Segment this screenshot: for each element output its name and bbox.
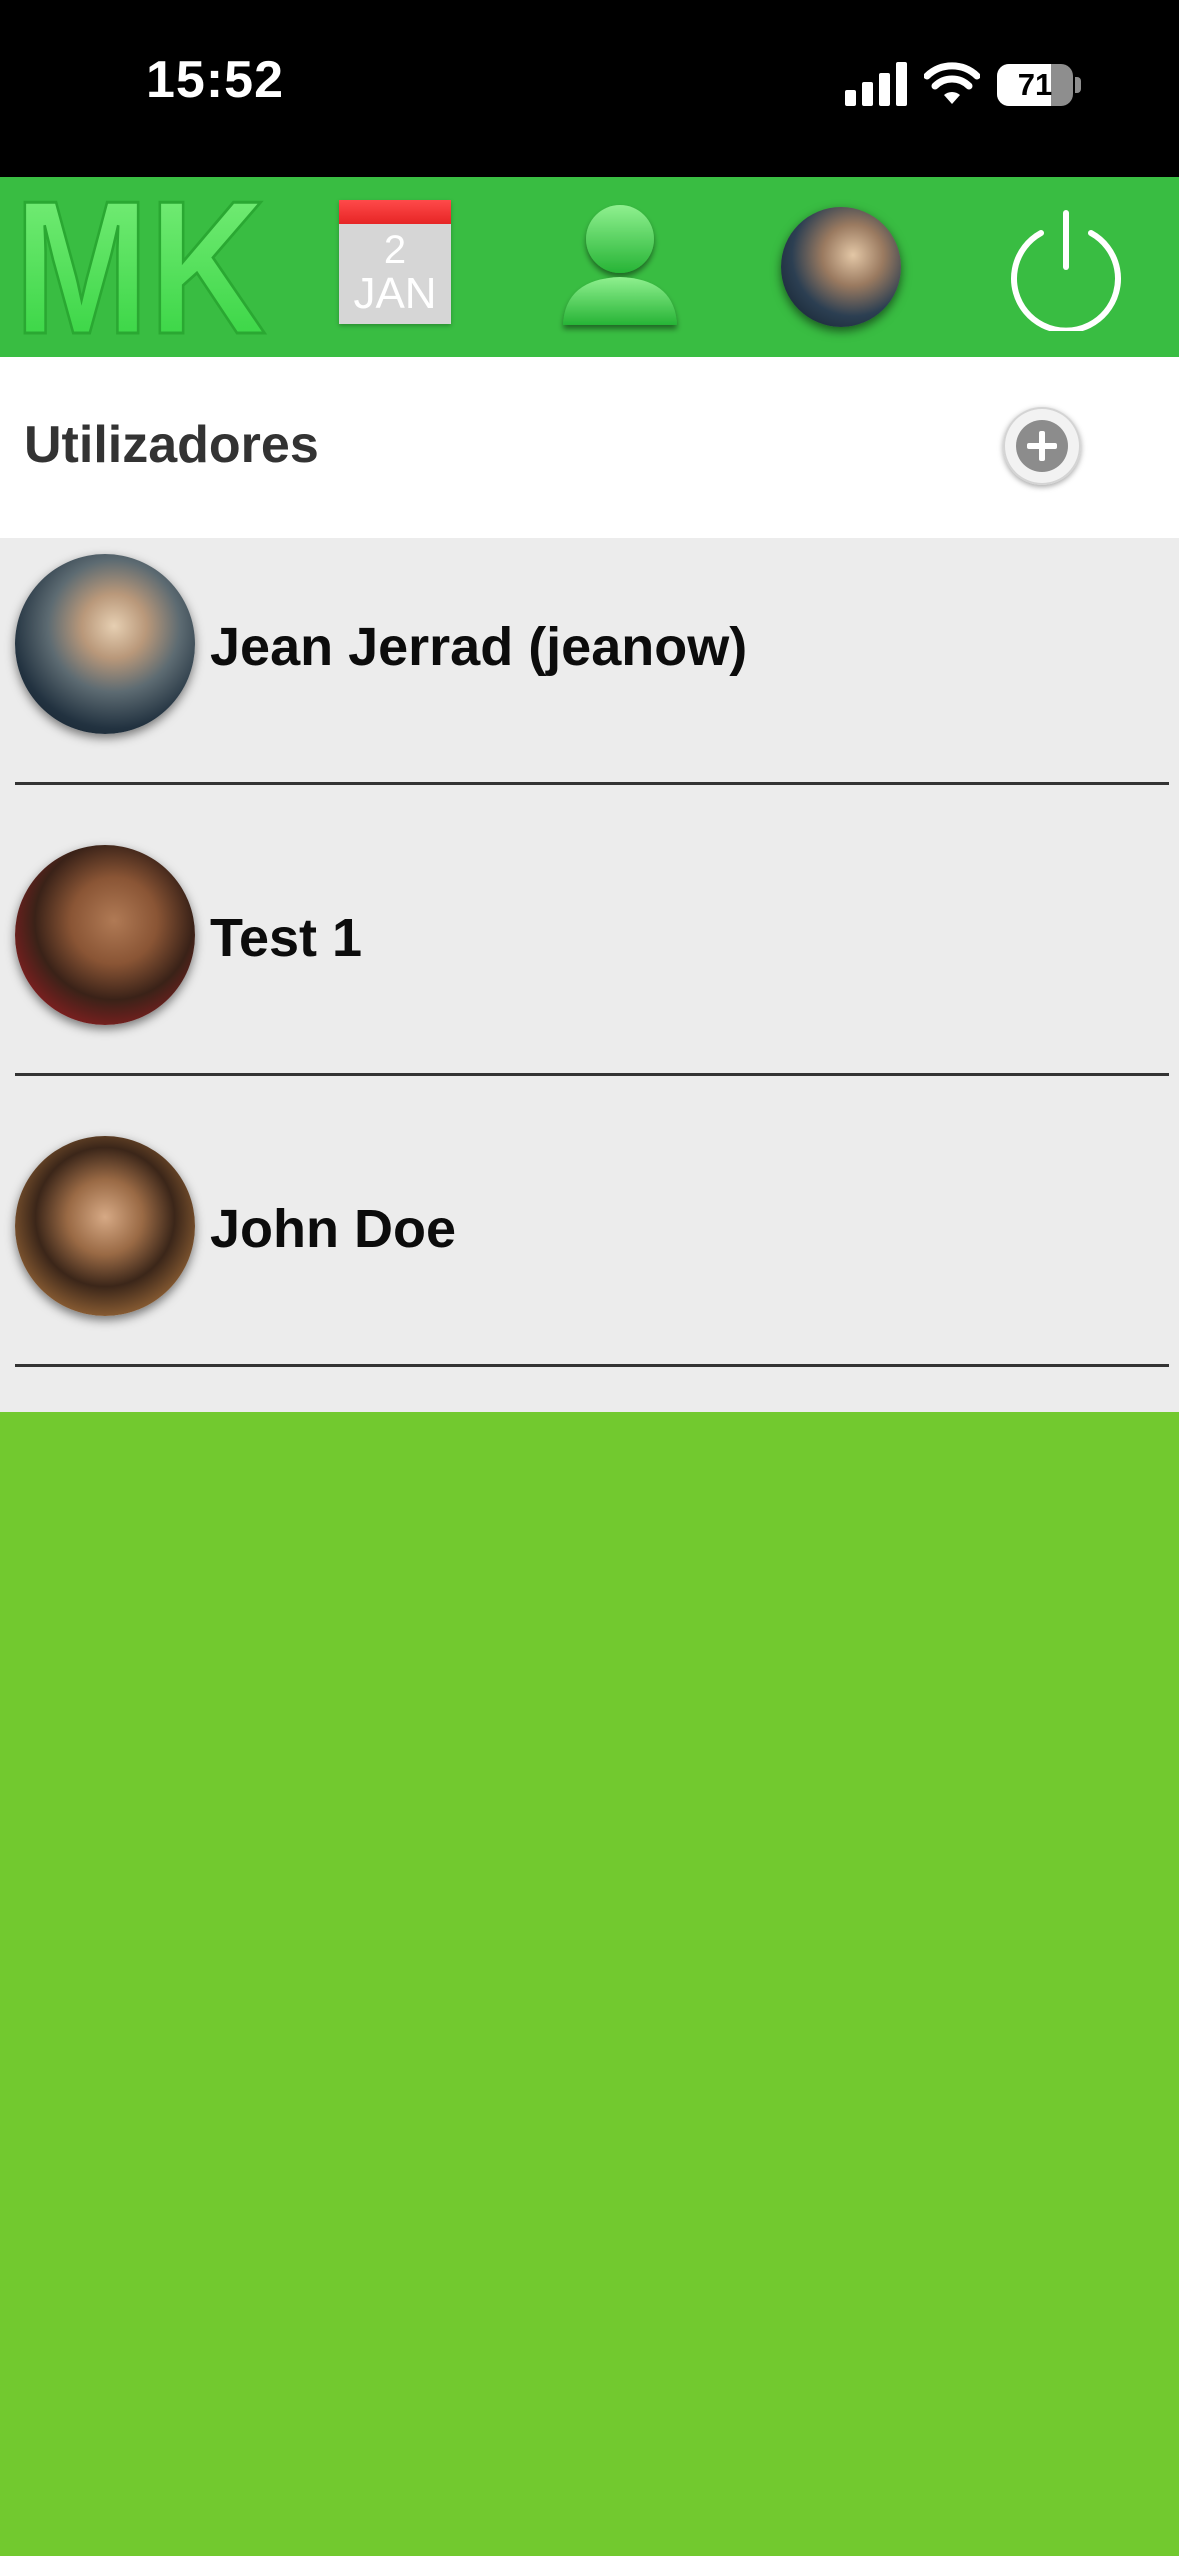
mk-logo[interactable]: MK <box>14 187 274 347</box>
battery-cap <box>1075 77 1081 93</box>
status-bar: 15:52 71 <box>0 0 1179 177</box>
calendar-day: 2 <box>383 228 407 272</box>
user-list: Jean Jerrad (jeanow) Test 1 John Doe <box>0 538 1179 1412</box>
section-header: Utilizadores <box>0 357 1179 538</box>
user-name: Test 1 <box>210 908 363 968</box>
list-item[interactable]: John Doe <box>0 1120 1179 1410</box>
profile-avatar[interactable] <box>781 207 901 327</box>
divider <box>15 1364 1169 1367</box>
divider <box>15 1073 1169 1076</box>
divider <box>15 782 1169 785</box>
list-item[interactable]: Jean Jerrad (jeanow) <box>0 538 1179 828</box>
list-item[interactable]: Test 1 <box>0 829 1179 1119</box>
logo-text: MK <box>14 187 266 347</box>
status-time: 15:52 <box>146 51 284 109</box>
user-name: Jean Jerrad (jeanow) <box>210 617 748 677</box>
wifi-icon <box>924 62 980 104</box>
app-header: MK 2 JAN <box>0 177 1179 357</box>
calendar-month: JAN <box>353 269 437 318</box>
battery-body: 71 <box>997 64 1073 106</box>
page-title: Utilizadores <box>24 416 319 474</box>
power-icon[interactable] <box>1003 205 1129 331</box>
user-icon[interactable] <box>555 197 685 337</box>
signal-icon <box>845 62 907 106</box>
user-name: John Doe <box>210 1199 457 1259</box>
plus-icon <box>1016 420 1068 472</box>
calendar-top <box>339 200 451 224</box>
battery-icon: 71 <box>997 64 1081 106</box>
avatar <box>15 554 195 734</box>
calendar-icon[interactable]: 2 JAN <box>339 200 451 324</box>
battery-level: 71 <box>1017 67 1053 102</box>
avatar <box>15 845 195 1025</box>
add-user-button[interactable] <box>1003 407 1081 485</box>
avatar <box>15 1136 195 1316</box>
